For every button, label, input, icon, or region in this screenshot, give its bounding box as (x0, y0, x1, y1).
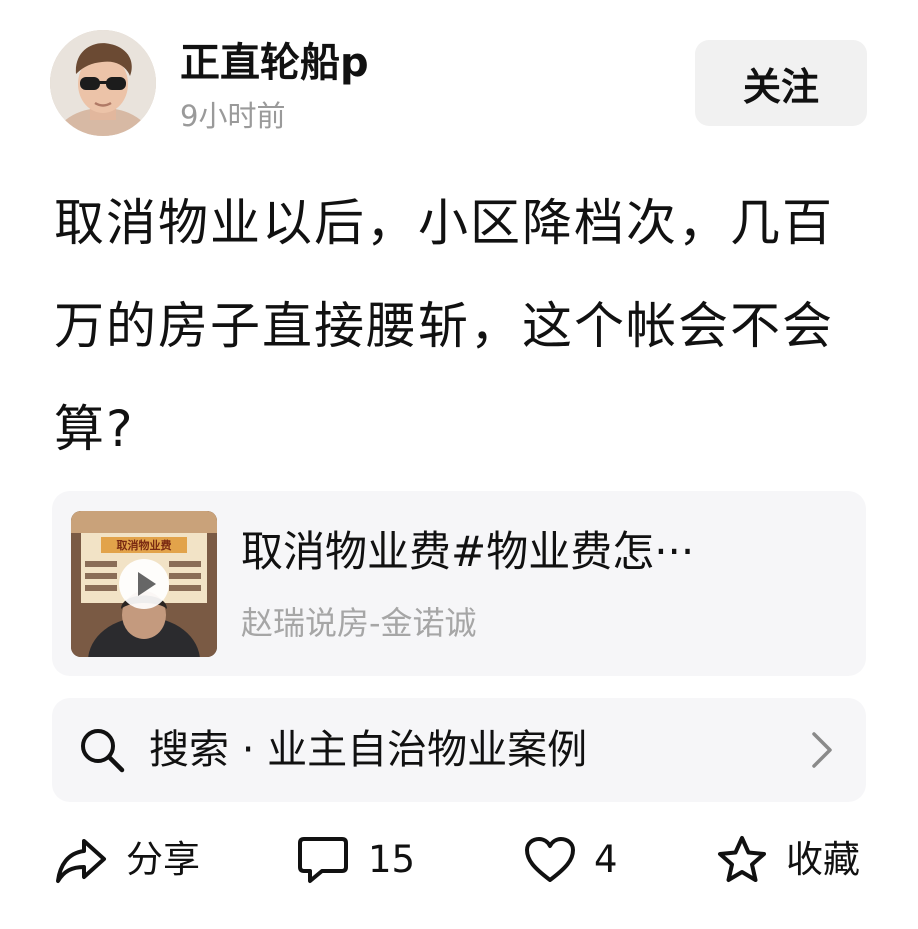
play-icon[interactable] (119, 559, 169, 609)
follow-button[interactable]: 关注 (695, 40, 867, 126)
like-button[interactable]: 4 (524, 830, 618, 890)
post-text: 取消物业以后，小区降档次，几百万的房子直接腰斩，这个帐会不会算? (54, 194, 834, 458)
video-thumbnail: 取消物业费 (71, 511, 217, 657)
post-timestamp: 9小时前 (180, 99, 286, 133)
like-count: 4 (594, 838, 618, 881)
video-title: 取消物业费#物业费怎··· (241, 527, 695, 576)
share-button[interactable]: 分享 (54, 830, 200, 890)
comment-icon (298, 837, 348, 883)
search-icon (81, 729, 125, 773)
chevron-right-icon (812, 732, 832, 768)
video-card[interactable]: 取消物业费 取消物业费#物业费怎··· 赵瑞说房-金诺诚 (52, 491, 866, 676)
video-thumbnail-caption: 取消物业费 (117, 538, 172, 552)
comment-button[interactable]: 15 (296, 830, 415, 890)
avatar-image (50, 30, 156, 136)
related-search-text: 搜索 · 业主自治物业案例 (149, 727, 588, 773)
collect-label: 收藏 (786, 838, 860, 881)
video-author: 赵瑞说房-金诺诚 (241, 604, 477, 642)
author-name[interactable]: 正直轮船p (180, 38, 369, 88)
share-icon (56, 839, 106, 883)
star-icon (718, 836, 766, 882)
collect-button[interactable]: 收藏 (716, 830, 860, 890)
heart-icon (525, 837, 575, 882)
share-label: 分享 (126, 838, 200, 881)
related-search-card[interactable]: 搜索 · 业主自治物业案例 (52, 698, 866, 802)
comment-count: 15 (368, 838, 416, 881)
author-avatar[interactable] (50, 30, 156, 136)
